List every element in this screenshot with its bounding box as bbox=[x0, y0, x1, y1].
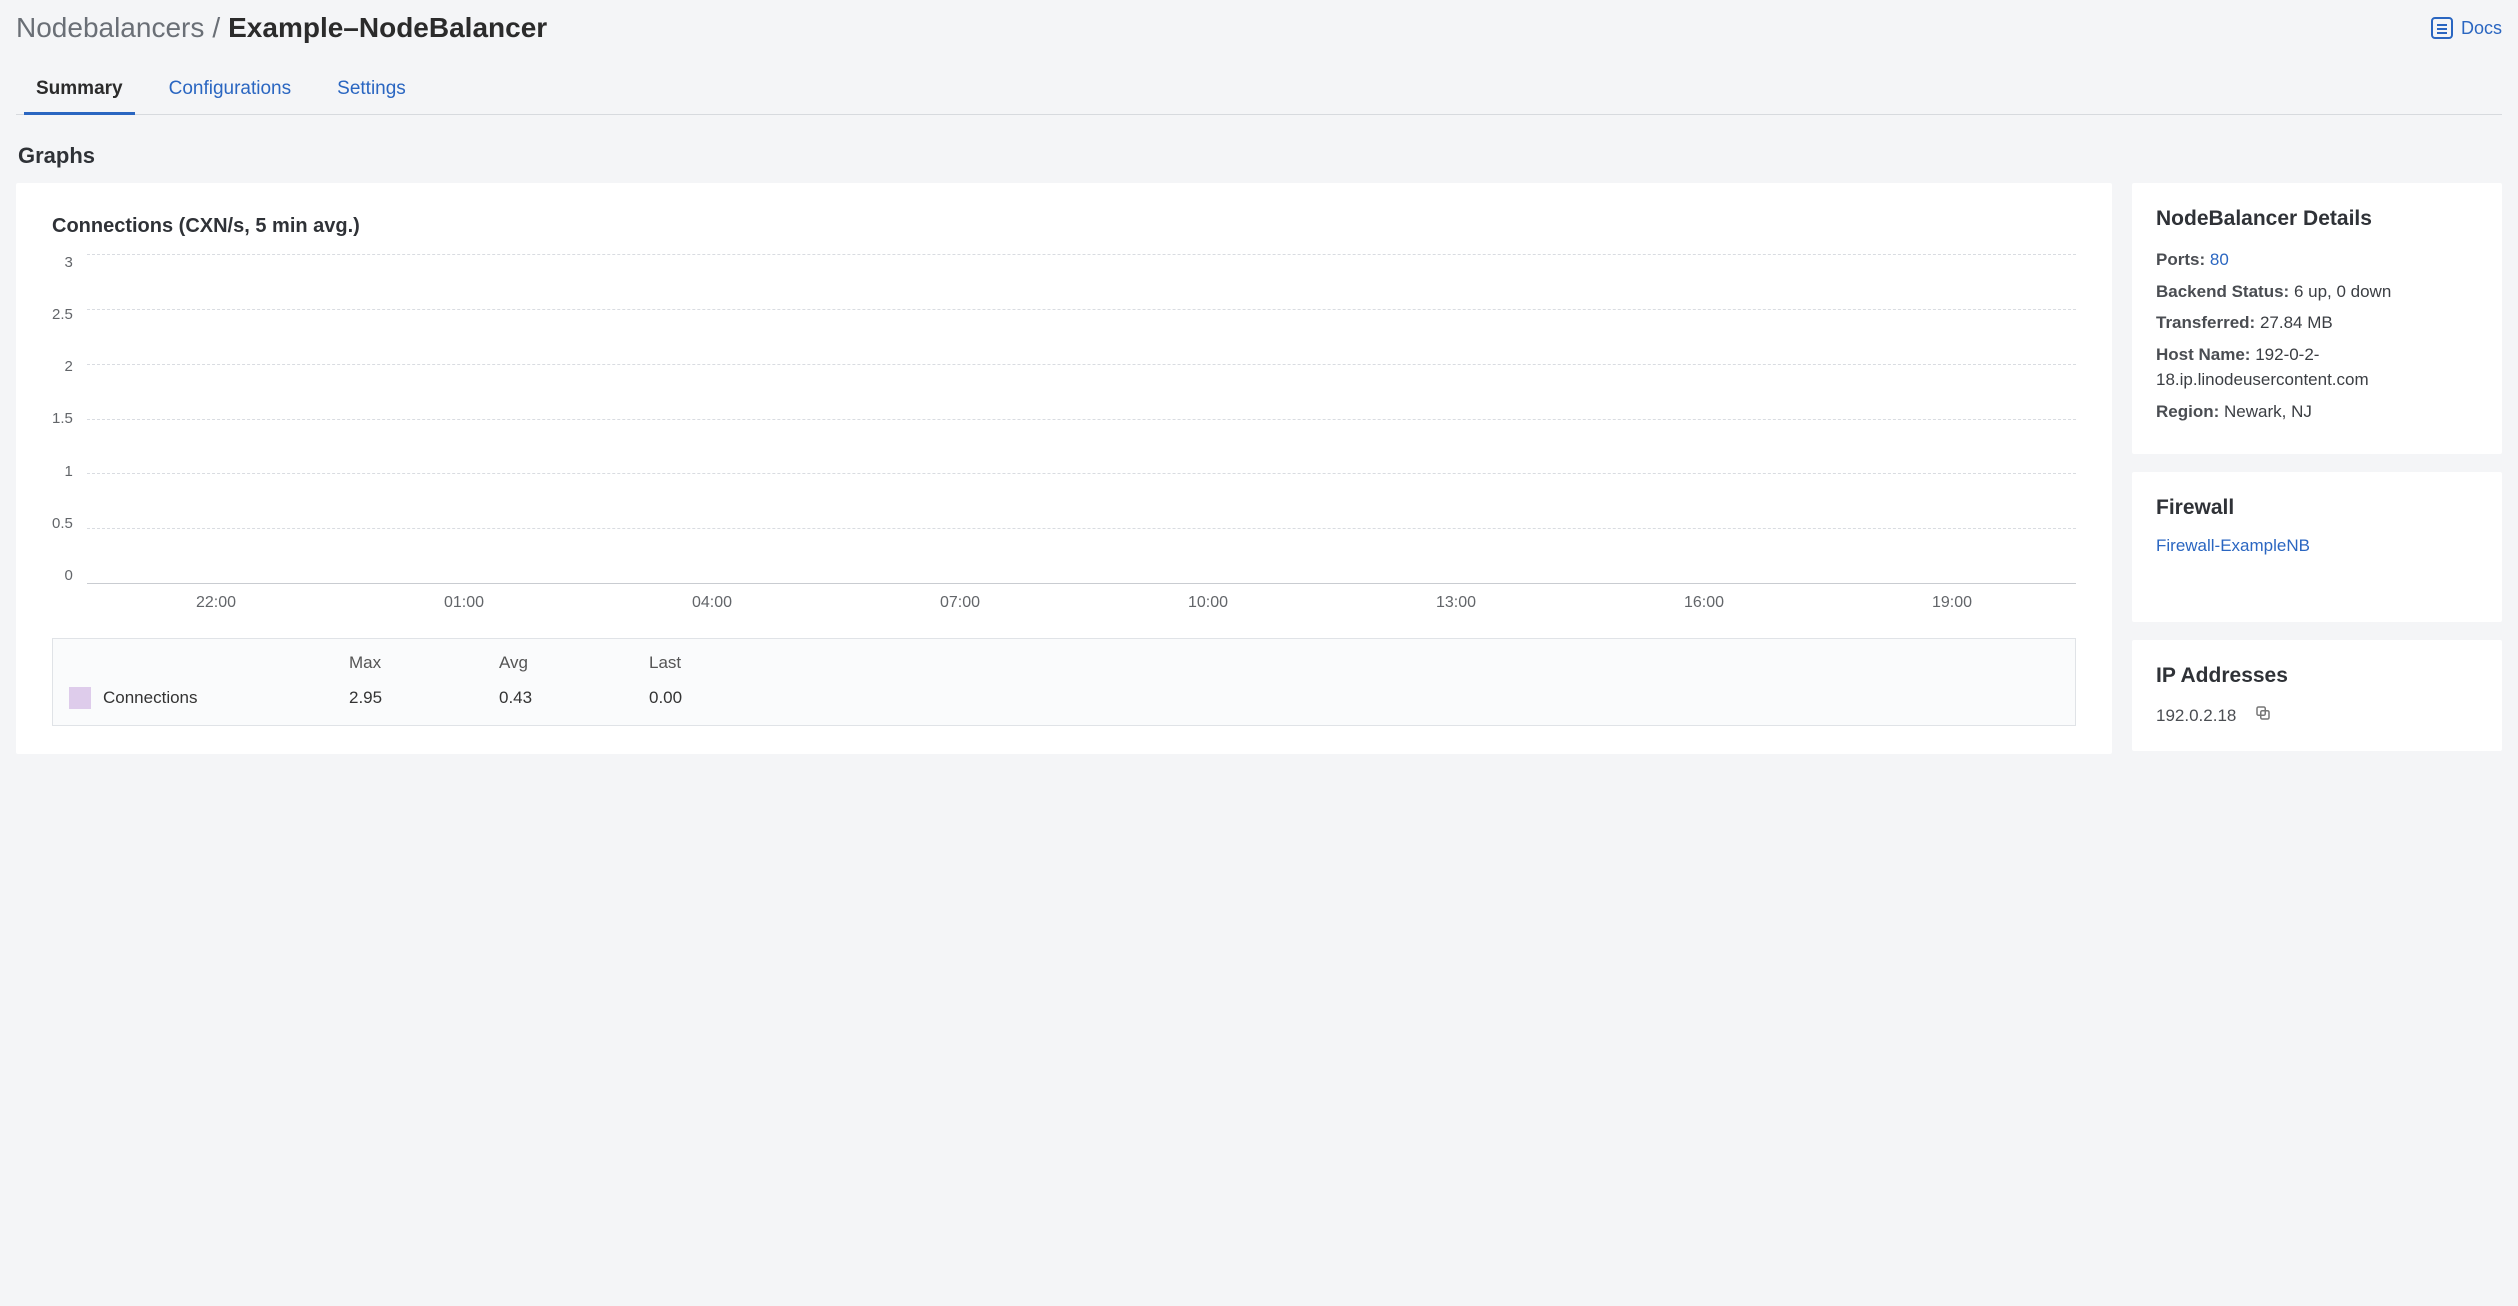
details-heading: NodeBalancer Details bbox=[2156, 207, 2478, 231]
chart-plot-area bbox=[87, 254, 2076, 584]
chart-x-tick: 22:00 bbox=[92, 594, 340, 612]
details-card: NodeBalancer Details Ports: 80 Backend S… bbox=[2132, 183, 2502, 454]
backend-status-value: 6 up, 0 down bbox=[2294, 282, 2391, 301]
ip-address: 192.0.2.18 bbox=[2156, 706, 2236, 726]
chart-x-tick: 19:00 bbox=[1828, 594, 2076, 612]
stats-header-last: Last bbox=[649, 653, 799, 673]
chart-y-tick: 2.5 bbox=[52, 306, 73, 323]
chart-x-tick: 04:00 bbox=[588, 594, 836, 612]
chart-x-tick: 13:00 bbox=[1332, 594, 1580, 612]
breadcrumb-parent[interactable]: Nodebalancers bbox=[16, 12, 204, 44]
copy-icon[interactable] bbox=[2254, 704, 2272, 727]
chart-y-tick: 0.5 bbox=[52, 515, 73, 532]
stats-header-avg: Avg bbox=[499, 653, 649, 673]
firewall-heading: Firewall bbox=[2156, 496, 2478, 520]
chart-gridline bbox=[87, 309, 2076, 310]
chart-stats: Max Avg Last Connections 2.95 0.43 0.00 bbox=[52, 638, 2076, 726]
ports-label: Ports: bbox=[2156, 250, 2205, 269]
chart-gridline bbox=[87, 254, 2076, 255]
chart-title: Connections (CXN/s, 5 min avg.) bbox=[52, 215, 2076, 238]
chart-x-tick: 01:00 bbox=[340, 594, 588, 612]
chart-y-tick: 3 bbox=[65, 254, 73, 271]
breadcrumb-current: Example–NodeBalancer bbox=[228, 12, 547, 44]
chart-gridline bbox=[87, 473, 2076, 474]
chart-card: Connections (CXN/s, 5 min avg.) 3 2.5 2 1.5… bbox=[16, 183, 2112, 754]
chart-y-tick: 2 bbox=[65, 358, 73, 375]
section-heading-graphs: Graphs bbox=[18, 143, 2502, 169]
chart-gridline bbox=[87, 528, 2076, 529]
chart-y-tick: 1 bbox=[65, 463, 73, 480]
chart-x-axis: 22:0001:0004:0007:0010:0013:0016:0019:00 bbox=[52, 594, 2076, 612]
chart-y-axis: 3 2.5 2 1.5 1 0.5 0 bbox=[52, 254, 79, 584]
region-value: Newark, NJ bbox=[2224, 402, 2312, 421]
backend-status-label: Backend Status: bbox=[2156, 282, 2289, 301]
stats-last: 0.00 bbox=[649, 688, 799, 708]
legend-label: Connections bbox=[103, 688, 198, 708]
breadcrumb: Nodebalancers / Example–NodeBalancer bbox=[16, 12, 547, 44]
region-label: Region: bbox=[2156, 402, 2219, 421]
tab-configurations[interactable]: Configurations bbox=[167, 68, 294, 114]
hostname-label: Host Name: bbox=[2156, 345, 2250, 364]
chart-gridline bbox=[87, 364, 2076, 365]
ip-card: IP Addresses 192.0.2.18 bbox=[2132, 640, 2502, 751]
transferred-label: Transferred: bbox=[2156, 313, 2255, 332]
chart-gridline bbox=[87, 419, 2076, 420]
stats-max: 2.95 bbox=[349, 688, 499, 708]
chart-x-tick: 07:00 bbox=[836, 594, 1084, 612]
chart-y-tick: 0 bbox=[65, 567, 73, 584]
chart-y-tick: 1.5 bbox=[52, 410, 73, 427]
chart-x-tick: 10:00 bbox=[1084, 594, 1332, 612]
ports-value[interactable]: 80 bbox=[2210, 250, 2229, 269]
chart-x-tick: 16:00 bbox=[1580, 594, 1828, 612]
docs-link[interactable]: Docs bbox=[2431, 17, 2502, 39]
stats-header-max: Max bbox=[349, 653, 499, 673]
firewall-link[interactable]: Firewall-ExampleNB bbox=[2156, 536, 2310, 555]
tabs: Summary Configurations Settings bbox=[16, 68, 2502, 115]
tab-settings[interactable]: Settings bbox=[335, 68, 408, 114]
tab-summary[interactable]: Summary bbox=[34, 68, 125, 114]
docs-icon bbox=[2431, 17, 2453, 39]
legend-swatch bbox=[69, 687, 91, 709]
breadcrumb-separator: / bbox=[212, 12, 220, 44]
firewall-card: Firewall Firewall-ExampleNB bbox=[2132, 472, 2502, 622]
stats-avg: 0.43 bbox=[499, 688, 649, 708]
ip-heading: IP Addresses bbox=[2156, 664, 2478, 688]
topbar: Nodebalancers / Example–NodeBalancer Doc… bbox=[16, 12, 2502, 44]
docs-label: Docs bbox=[2461, 18, 2502, 39]
transferred-value: 27.84 MB bbox=[2260, 313, 2333, 332]
